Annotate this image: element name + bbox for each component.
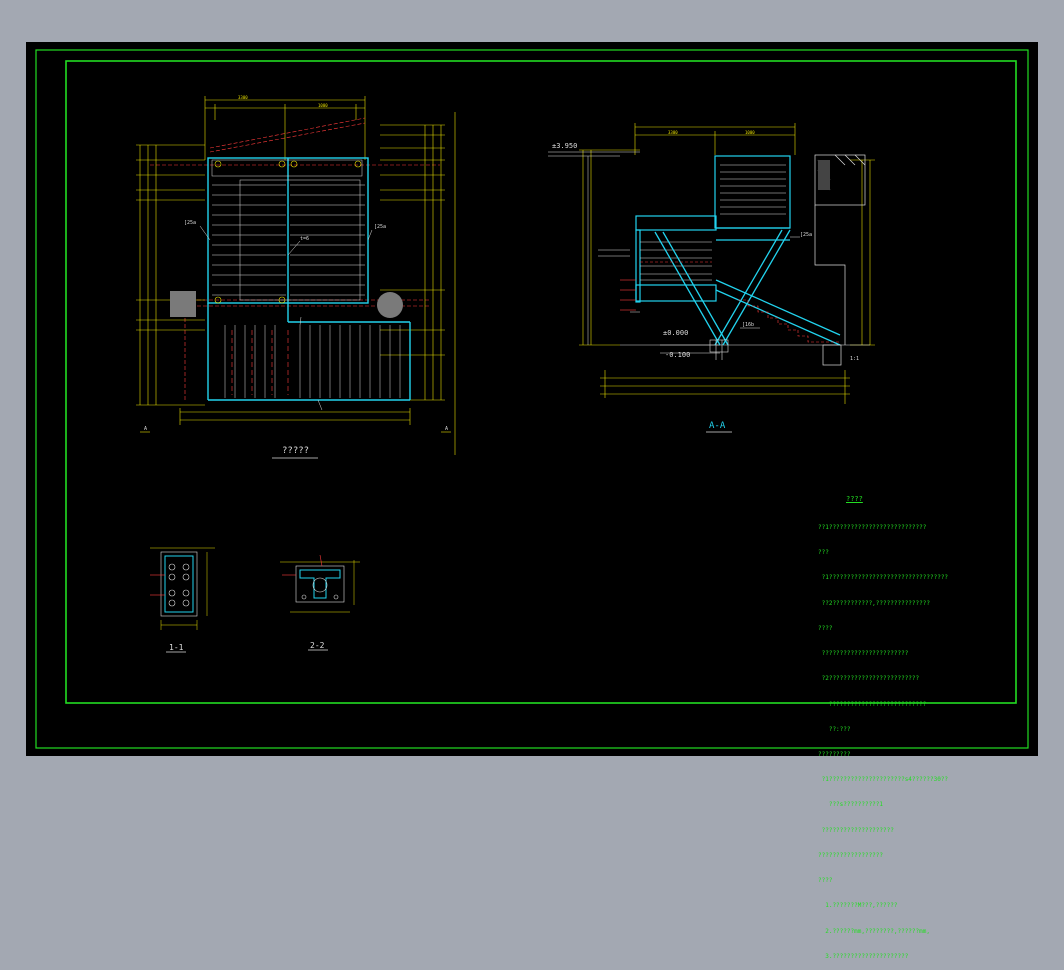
section-dim-2: 1000	[745, 130, 755, 135]
notes-line: ????	[818, 624, 833, 632]
notes-line: ?2?????????????????????????	[818, 675, 920, 683]
plan-marker-a-right: A	[445, 426, 449, 432]
section-title: A-A	[709, 421, 726, 431]
section-aa	[548, 123, 875, 404]
notes-line: 3.?????????????????????	[818, 952, 909, 960]
plan-view	[136, 96, 456, 455]
section-dim-1: 3300	[668, 130, 678, 135]
plan-title: ?????	[282, 446, 310, 456]
detail2-title: 2-2	[310, 641, 325, 650]
plan-callout-left: [25a	[184, 220, 197, 226]
notes-line: ??:???	[818, 725, 851, 733]
notes-line: ???????????????????????????	[818, 700, 927, 708]
section-elev-minus: -0.100	[665, 351, 691, 359]
notes-line: ?1?????????????????????????????????	[818, 574, 949, 582]
column-square	[170, 291, 196, 317]
section-elev-top: ±3.950	[552, 142, 578, 150]
notes-line: ????????????????????	[818, 826, 894, 834]
plan-callout-right: [25a	[374, 224, 387, 230]
notes-line: ????????????????????????	[818, 650, 909, 658]
section-beam-label-1: [25a	[800, 232, 813, 238]
notes-line: ????	[818, 877, 833, 885]
column-circle	[377, 292, 403, 318]
notes-line: 1.???????M???,??????	[818, 902, 898, 910]
plan-dim-1: 3300	[238, 95, 248, 100]
general-notes: ???? ??1??????????????????????????? ??? …	[818, 478, 1018, 970]
notes-line: ??1???????????????????????????	[818, 524, 927, 532]
detail1-title: 1-1	[169, 643, 184, 652]
notes-line: ??2???????????,???????????????	[818, 599, 930, 607]
detail-1-1	[150, 547, 215, 630]
section-beam-label-2: [16b	[742, 322, 755, 328]
plan-dim-2: 1000	[318, 103, 328, 108]
section-scale-label: 1:1	[850, 356, 860, 362]
notes-line: ??????????????????	[818, 851, 884, 859]
notes-line: ?????????	[818, 751, 851, 758]
notes-line: 2.??????mm,????????,??????mm,	[818, 927, 930, 935]
notes-line: ???s??????????1	[818, 801, 884, 809]
section-elev-zero: ±0.000	[663, 329, 689, 337]
plan-marker-a-left: A	[144, 426, 148, 432]
detail-2-2	[280, 554, 360, 613]
notes-line: ???	[818, 549, 829, 557]
plan-callout-t6: t=6	[300, 236, 310, 242]
notes-title: ????	[846, 494, 863, 503]
notes-line: ?1?????????????????????s4??????30??	[818, 776, 949, 784]
